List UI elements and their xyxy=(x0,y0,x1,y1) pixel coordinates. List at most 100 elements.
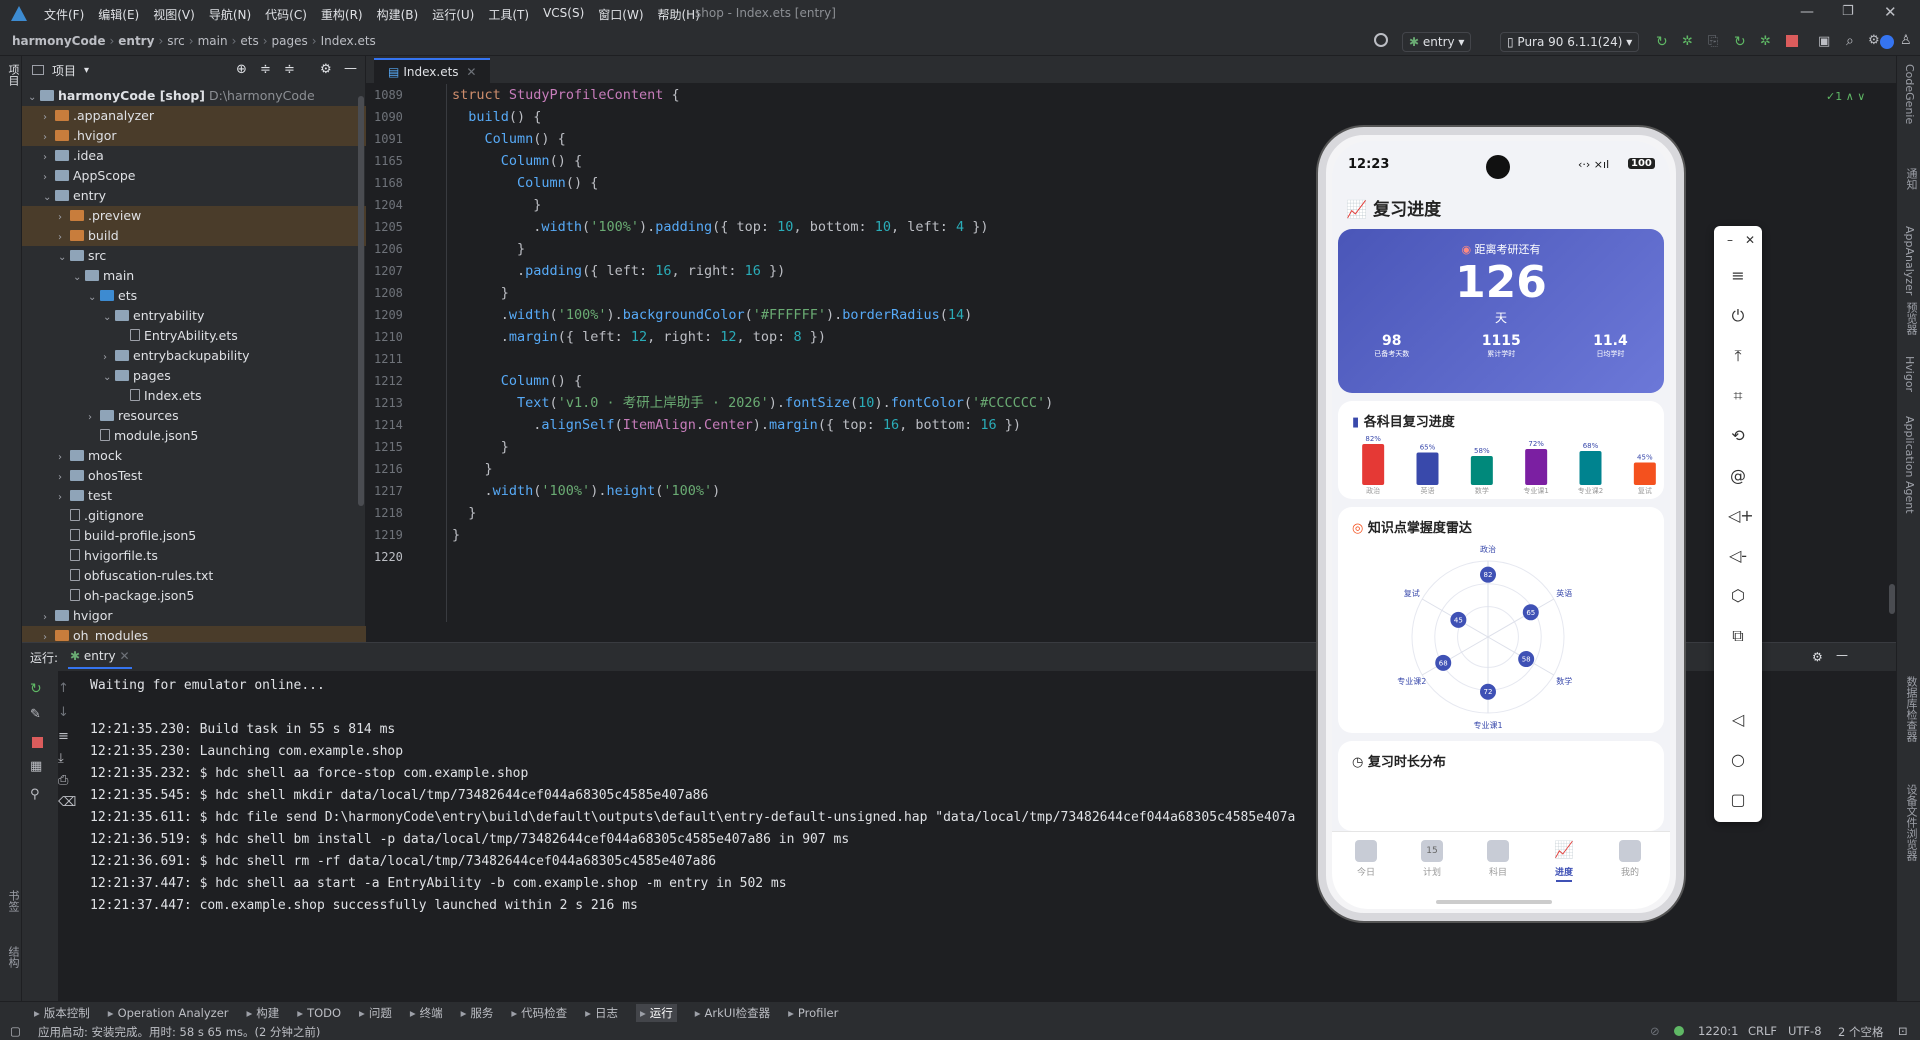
apply-changes-icon[interactable]: ↻ xyxy=(1734,34,1746,50)
right-tool-tab[interactable]: 数据库检查器 xyxy=(1903,676,1919,742)
layout-icon[interactable]: ▦ xyxy=(30,759,42,774)
chevron-down-icon[interactable]: ▾ xyxy=(84,65,89,76)
volume-down-icon[interactable]: ◁- xyxy=(1728,546,1748,566)
tree-item[interactable]: › AppScope xyxy=(22,166,366,186)
collapse-all-icon[interactable]: ≑ xyxy=(284,62,295,77)
screens-icon[interactable]: ⧉ xyxy=(1728,626,1748,646)
fold-icon[interactable]: ⬡ xyxy=(1728,586,1748,606)
tree-item[interactable]: › hvigor xyxy=(22,606,366,626)
menu-item[interactable]: 视图(V) xyxy=(153,6,195,23)
right-tool-tab[interactable]: 预览器 xyxy=(1903,302,1919,335)
upload-icon[interactable]: ⤒ xyxy=(1728,346,1748,366)
arrow-up-icon[interactable]: ↑ xyxy=(58,681,69,696)
rerun-icon[interactable]: ↻ xyxy=(30,681,42,697)
project-scrollbar[interactable] xyxy=(358,96,364,506)
tree-item[interactable]: › mock xyxy=(22,446,366,466)
tree-item[interactable]: › build xyxy=(22,226,366,246)
right-tool-tab[interactable]: 设备文件浏览器 xyxy=(1903,784,1919,861)
menu-item[interactable]: 导航(N) xyxy=(209,6,251,23)
soft-wrap-icon[interactable]: ≡ xyxy=(58,729,69,744)
lock-icon[interactable]: ⊡ xyxy=(1898,1024,1908,1038)
maximize-button[interactable]: ❐ xyxy=(1842,4,1854,19)
tree-item[interactable]: .gitignore xyxy=(22,506,366,526)
tree-item[interactable]: ⌄ main xyxy=(22,266,366,286)
status-layout-icon[interactable]: ▢ xyxy=(10,1024,21,1038)
pin-icon[interactable]: ⚲ xyxy=(30,787,40,802)
chevron-right-icon[interactable]: › xyxy=(88,408,100,428)
phone-tab[interactable]: 科目 xyxy=(1468,840,1528,878)
tree-item[interactable]: oh-package.json5 xyxy=(22,586,366,606)
device-select[interactable]: ▯ Pura 90 6.1.1(24) ▾ xyxy=(1500,32,1640,52)
menu-icon[interactable]: ≡ xyxy=(1728,266,1748,286)
target-icon[interactable] xyxy=(1374,33,1388,47)
tree-item[interactable]: EntryAbility.ets xyxy=(22,326,366,346)
settings-icon[interactable]: ⚙ xyxy=(1868,33,1880,48)
right-tool-tab[interactable]: CodeGenie xyxy=(1903,64,1916,124)
indent-setting[interactable]: 2 个空格 xyxy=(1838,1024,1883,1040)
menu-item[interactable]: 工具(T) xyxy=(488,6,529,23)
home-icon[interactable]: ○ xyxy=(1728,750,1748,770)
no-power-icon[interactable]: ⊘ xyxy=(1650,1024,1660,1038)
scroll-end-icon[interactable]: ⤓ xyxy=(58,751,64,766)
volume-up-icon[interactable]: ◁+ xyxy=(1728,506,1754,526)
account-icon[interactable]: ♙ xyxy=(1900,33,1912,48)
tab-index-ets[interactable]: ▤ Index.ets ✕ xyxy=(374,58,491,84)
gear-icon[interactable]: ⚙ xyxy=(1812,650,1823,664)
chevron-down-icon[interactable]: ⌄ xyxy=(103,368,115,388)
stop-icon[interactable] xyxy=(1786,35,1798,47)
line-separator[interactable]: CRLF xyxy=(1748,1024,1777,1038)
project-tool-tab[interactable]: 项目 xyxy=(5,64,21,86)
attach-icon[interactable]: ⎘ xyxy=(1708,34,1718,49)
tool-window-button[interactable]: ▸ 终端 xyxy=(410,1005,443,1021)
close-icon[interactable]: ✕ xyxy=(119,649,129,663)
tool-window-button[interactable]: ▸ 代码检查 xyxy=(511,1005,567,1021)
file-encoding[interactable]: UTF-8 xyxy=(1788,1024,1822,1038)
tree-item[interactable]: › .idea xyxy=(22,146,366,166)
locate-icon[interactable]: ⊕ xyxy=(236,62,247,77)
menu-item[interactable]: 构建(B) xyxy=(377,6,419,23)
editor-scrollbar[interactable] xyxy=(1889,584,1895,614)
project-panel-title[interactable]: 项目 xyxy=(52,62,76,79)
chevron-right-icon[interactable]: › xyxy=(103,348,115,368)
recents-icon[interactable]: ▢ xyxy=(1728,790,1748,810)
back-icon[interactable]: ◁ xyxy=(1728,710,1748,730)
tool-window-button[interactable]: ▸ Profiler xyxy=(788,1006,838,1020)
rotate-icon[interactable]: ⟲ xyxy=(1728,426,1748,446)
hide-panel-icon[interactable]: — xyxy=(1836,648,1848,662)
chevron-right-icon[interactable]: › xyxy=(43,108,55,128)
update-icon[interactable] xyxy=(1880,35,1894,49)
breadcrumb-item[interactable]: ets xyxy=(240,34,258,48)
breadcrumb-item[interactable]: src xyxy=(167,34,185,48)
tree-item[interactable]: › test xyxy=(22,486,366,506)
breadcrumb-item[interactable]: pages xyxy=(272,34,308,48)
code-line[interactable]: build() { xyxy=(452,106,1852,128)
tree-item[interactable]: ⌄ entryability xyxy=(22,306,366,326)
chevron-right-icon[interactable]: › xyxy=(43,128,55,148)
chevron-down-icon[interactable]: ⌄ xyxy=(58,248,70,268)
status-message[interactable]: 应用启动: 安装完成。用时: 58 s 65 ms。(2 分钟之前) xyxy=(38,1024,320,1040)
tree-item[interactable]: › ohosTest xyxy=(22,466,366,486)
right-tool-tab[interactable]: 通知 xyxy=(1903,168,1919,190)
chevron-down-icon[interactable]: ⌄ xyxy=(88,288,100,308)
tree-item[interactable]: ⌄ pages xyxy=(22,366,366,386)
arrow-down-icon[interactable]: ↓ xyxy=(58,705,69,720)
tool-window-button[interactable]: ▸ 问题 xyxy=(359,1005,392,1021)
menu-item[interactable]: VCS(S) xyxy=(543,6,584,23)
device-manager-icon[interactable]: ▣ xyxy=(1818,34,1830,49)
close-window-button[interactable]: ✕ xyxy=(1884,3,1897,21)
chevron-right-icon[interactable]: › xyxy=(58,208,70,228)
menu-item[interactable]: 运行(U) xyxy=(432,6,474,23)
chevron-right-icon[interactable]: › xyxy=(58,228,70,248)
debug-icon[interactable]: ✲ xyxy=(1682,34,1693,49)
chevron-right-icon[interactable]: › xyxy=(58,448,70,468)
chevron-right-icon[interactable]: › xyxy=(58,488,70,508)
breadcrumb-item[interactable]: entry xyxy=(118,34,154,48)
breadcrumb-item[interactable]: harmonyCode xyxy=(12,34,105,48)
minimize-button[interactable]: — xyxy=(1800,4,1814,20)
inspection-widget[interactable]: ✓1 ∧ ∨ xyxy=(1826,90,1865,103)
gear-icon[interactable]: ⚙ xyxy=(320,62,332,77)
phone-tab[interactable]: 📈 进度 xyxy=(1534,840,1594,882)
right-tool-tab[interactable]: Hvigor xyxy=(1903,356,1916,392)
phone-tab[interactable]: 今日 xyxy=(1336,840,1396,878)
menu-item[interactable]: 代码(C) xyxy=(265,6,307,23)
